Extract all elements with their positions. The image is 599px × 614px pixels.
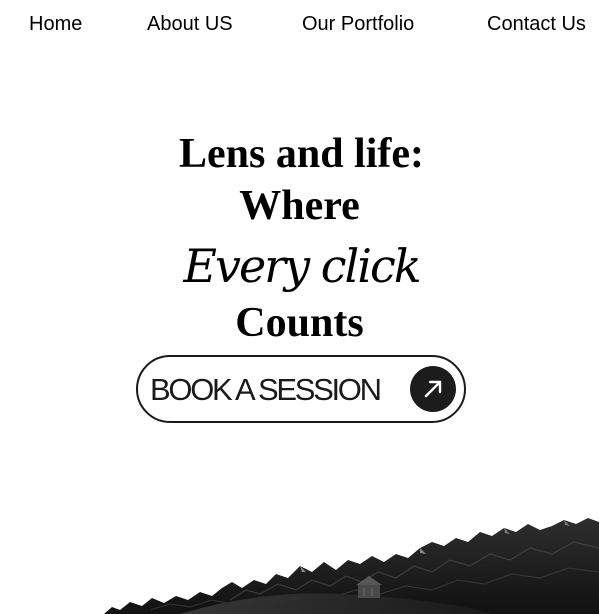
hero-headline-italic: Every click (183, 239, 421, 293)
nav-about-us[interactable]: About US (147, 12, 233, 36)
book-a-session-button[interactable]: BOOK A SESSION (136, 355, 466, 423)
book-a-session-label: BOOK A SESSION (150, 372, 382, 407)
hero-headline-line-2: Where (239, 183, 360, 229)
hero-headline-line-1: Lens and life: (178, 131, 425, 177)
main-nav: Home About US Our Portfolio Contact Us (0, 0, 599, 50)
hero-headline-line-4: Counts (235, 300, 364, 346)
hero-section: Lens and life: Where Every click Counts (0, 128, 599, 350)
nav-home[interactable]: Home (29, 12, 82, 36)
arrow-up-right-icon (410, 366, 456, 412)
mountain-image (104, 518, 599, 614)
nav-contact-us[interactable]: Contact Us (487, 12, 586, 36)
mountain-landscape-image (0, 510, 599, 614)
nav-our-portfolio[interactable]: Our Portfolio (302, 12, 414, 36)
